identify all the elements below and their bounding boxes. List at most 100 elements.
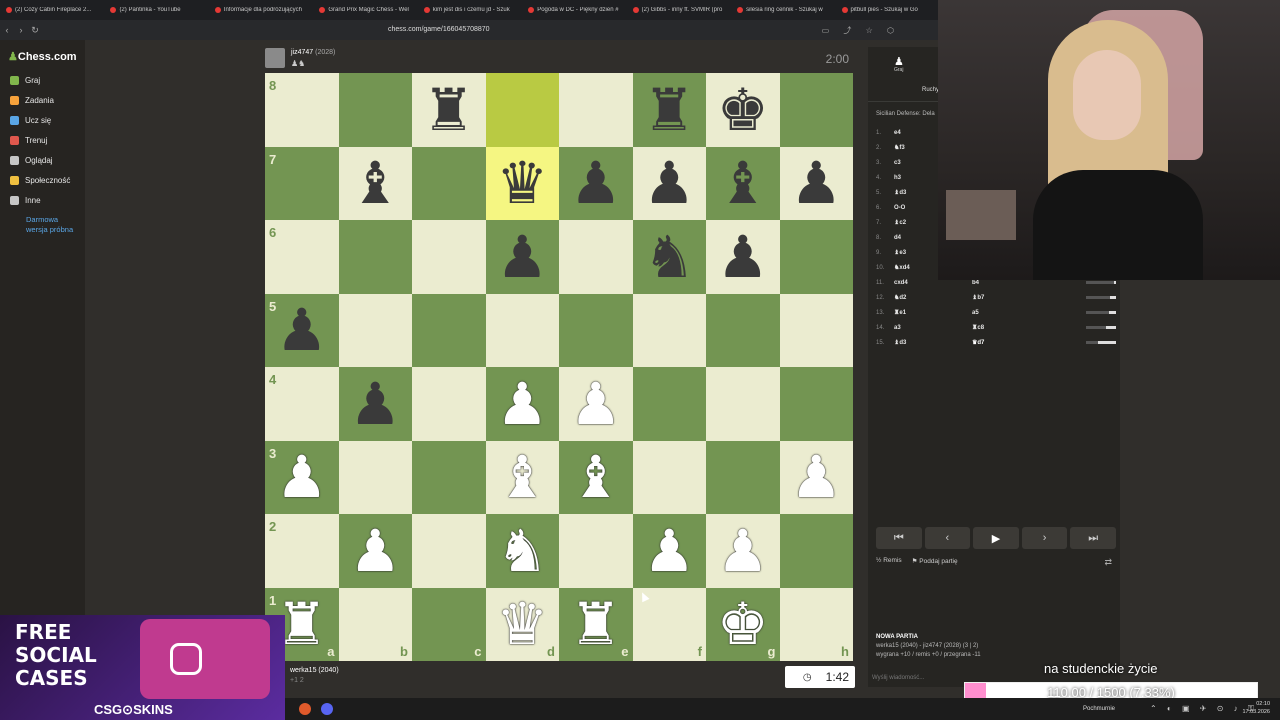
square-f7[interactable]: ♟ <box>632 146 706 220</box>
square-h2[interactable] <box>779 514 853 588</box>
browser-toolbar-icons[interactable]: ▭ ⤴ ☆ ⬡ <box>822 25 900 36</box>
square-g1[interactable]: g ♚ <box>706 587 780 661</box>
flip-board-icon[interactable]: ⇄ <box>1104 557 1112 568</box>
black-move[interactable]: a5 <box>972 310 1062 316</box>
white-move[interactable]: a3 <box>894 325 972 331</box>
white-king-icon[interactable]: ♚ <box>717 595 769 653</box>
square-g3[interactable] <box>706 440 780 514</box>
square-c5[interactable] <box>412 293 486 367</box>
sidebar-item-3[interactable]: Trenuj <box>10 136 47 145</box>
square-g6[interactable]: ♟ <box>706 220 780 294</box>
square-f6[interactable]: ♞ <box>632 220 706 294</box>
square-h5[interactable] <box>779 293 853 367</box>
square-e4[interactable]: ♟ <box>559 367 633 441</box>
square-a3[interactable]: 3 ♟ <box>265 440 339 514</box>
white-move[interactable]: ♝d3 <box>894 339 972 346</box>
address-field[interactable]: chess.com/game/166045708870 <box>388 26 490 33</box>
square-a7[interactable]: 7 <box>265 146 339 220</box>
square-c7[interactable] <box>412 146 486 220</box>
chat-input[interactable]: Wyślij wiadomość... <box>872 675 924 681</box>
draw-button[interactable]: ½ Remis <box>876 557 902 565</box>
white-pawn-icon[interactable]: ♟ <box>717 522 769 580</box>
square-e8[interactable] <box>559 73 633 147</box>
square-h6[interactable] <box>779 220 853 294</box>
reload-icon[interactable]: ↻ <box>28 25 42 36</box>
back-icon[interactable]: ‹ <box>0 25 14 35</box>
white-move[interactable]: cxd4 <box>894 280 972 286</box>
panel-play-label[interactable]: Graj <box>894 67 903 73</box>
square-e1[interactable]: e ♜ <box>559 587 633 661</box>
square-a4[interactable]: 4 <box>265 367 339 441</box>
weather-widget[interactable]: Pochmurnie <box>1083 706 1115 712</box>
prev-move-button[interactable]: ‹ <box>924 527 971 549</box>
first-move-button[interactable]: ⏮ <box>876 527 922 549</box>
sidebar-item-0[interactable]: Graj <box>10 76 40 85</box>
last-move-button[interactable]: ⏭ <box>1070 527 1116 549</box>
square-d8[interactable] <box>485 73 559 147</box>
square-b2[interactable]: ♟ <box>338 514 412 588</box>
square-b7[interactable]: ♝ <box>338 146 412 220</box>
black-bishop-icon[interactable]: ♝ <box>717 154 769 212</box>
black-move[interactable]: ♛d7 <box>972 339 1062 346</box>
white-pawn-icon[interactable]: ♟ <box>276 448 328 506</box>
white-pawn-icon[interactable]: ♟ <box>643 522 695 580</box>
square-d2[interactable]: ♞ <box>485 514 559 588</box>
square-c8[interactable]: ♜ <box>412 73 486 147</box>
square-d1[interactable]: d ♛ <box>485 587 559 661</box>
square-f4[interactable] <box>632 367 706 441</box>
browser-tab[interactable]: kim jest dis i czemu jd - Szuk <box>418 7 522 13</box>
black-queen-icon[interactable]: ♛ <box>496 154 548 212</box>
browser-tab[interactable]: (2) Pantinka - YouTube <box>104 7 208 13</box>
sidebar-item-5[interactable]: Społeczność <box>10 176 70 185</box>
top-player-avatar[interactable] <box>265 48 285 68</box>
square-e5[interactable] <box>559 293 633 367</box>
black-rook-icon[interactable]: ♜ <box>643 81 695 139</box>
square-e6[interactable] <box>559 220 633 294</box>
chess-board[interactable]: 8 ♜ ♜ ♚ 7 ♝ ♛ ♟ ♟ ♝ ♟ 6 ♟ ♞ ♟ 5 ♟ 4 ♟ ♟ ♟ 3 ♟ ♝ ♝ ♟ 2 ♟ ♞ ♟ ♟ 1 a ♜ b c d ♛ e ♜… <box>265 73 853 661</box>
square-g8[interactable]: ♚ <box>706 73 780 147</box>
white-pawn-icon[interactable]: ♟ <box>496 375 548 433</box>
square-e3[interactable]: ♝ <box>559 440 633 514</box>
chess-logo[interactable]: ♟Chess.com <box>8 50 77 63</box>
square-a6[interactable]: 6 <box>265 220 339 294</box>
square-h1[interactable]: h <box>779 587 853 661</box>
white-bishop-icon[interactable]: ♝ <box>496 448 548 506</box>
square-b4[interactable]: ♟ <box>338 367 412 441</box>
taskbar-clock[interactable]: 02:10 17.03.2026 <box>1242 700 1270 716</box>
square-b8[interactable] <box>338 73 412 147</box>
square-b5[interactable] <box>338 293 412 367</box>
square-d6[interactable]: ♟ <box>485 220 559 294</box>
white-rook-icon[interactable]: ♜ <box>570 595 622 653</box>
resign-button[interactable]: ⚑ Poddaj partię <box>912 557 958 565</box>
black-move[interactable]: b4 <box>972 280 1062 286</box>
sidebar-item-2[interactable]: Ucz się <box>10 116 51 125</box>
square-h7[interactable]: ♟ <box>779 146 853 220</box>
square-g5[interactable] <box>706 293 780 367</box>
browser-tab[interactable]: Informacje dla podróżujących <box>209 7 313 13</box>
browser-tab[interactable]: pitbull pies - Szukaj w Go <box>836 7 940 13</box>
square-f2[interactable]: ♟ <box>632 514 706 588</box>
black-move[interactable]: ♝b7 <box>972 294 1062 301</box>
black-pawn-icon[interactable]: ♟ <box>276 301 328 359</box>
white-queen-icon[interactable]: ♛ <box>496 595 548 653</box>
square-b1[interactable]: b <box>338 587 412 661</box>
browser-tab[interactable]: Grand Prix Magic Chess - Wel <box>313 7 417 13</box>
square-d5[interactable] <box>485 293 559 367</box>
sidebar-item-6[interactable]: Inne <box>10 196 41 205</box>
white-pawn-icon[interactable]: ♟ <box>790 448 842 506</box>
square-e7[interactable]: ♟ <box>559 146 633 220</box>
white-knight-icon[interactable]: ♞ <box>496 522 548 580</box>
square-c2[interactable] <box>412 514 486 588</box>
black-pawn-icon[interactable]: ♟ <box>570 154 622 212</box>
white-pawn-icon[interactable]: ♟ <box>349 522 401 580</box>
black-king-icon[interactable]: ♚ <box>717 81 769 139</box>
sidebar-item-1[interactable]: Zadania <box>10 96 54 105</box>
tab-moves[interactable]: Ruchy <box>922 87 939 93</box>
square-a2[interactable]: 2 <box>265 514 339 588</box>
square-g4[interactable] <box>706 367 780 441</box>
bottom-player-name[interactable]: werka15 (2040) <box>290 667 339 674</box>
square-f5[interactable] <box>632 293 706 367</box>
white-pawn-icon[interactable]: ♟ <box>570 375 622 433</box>
square-b6[interactable] <box>338 220 412 294</box>
square-g2[interactable]: ♟ <box>706 514 780 588</box>
